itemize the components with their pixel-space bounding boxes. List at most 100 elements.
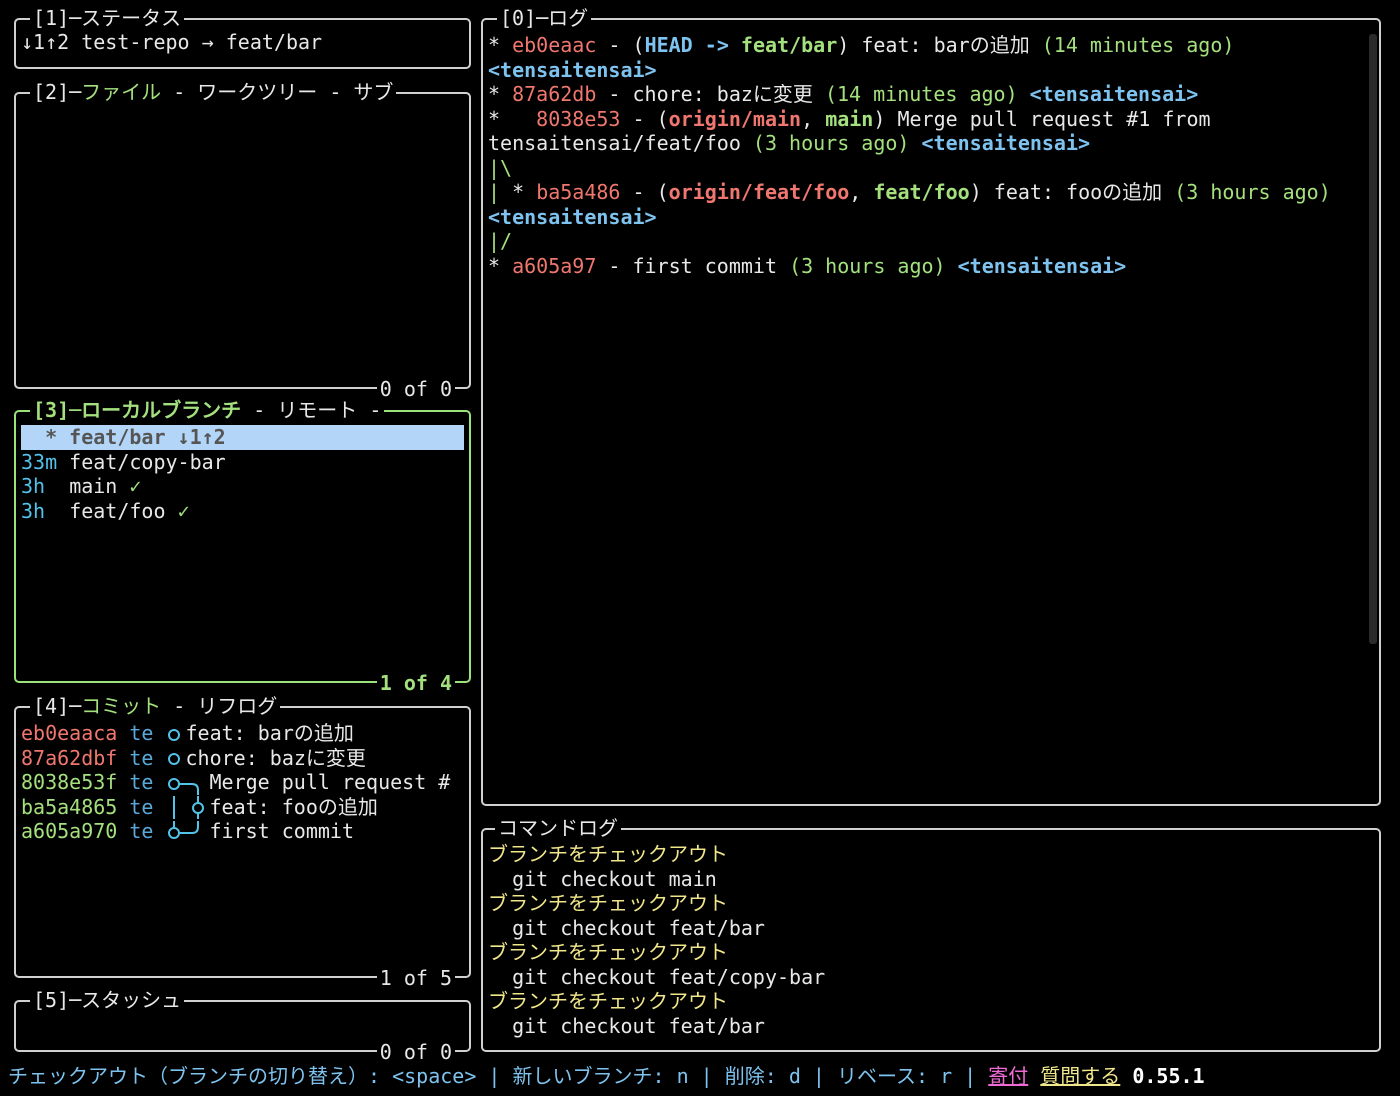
log-hash: a605a97 bbox=[512, 253, 597, 278]
log-time: (3 hours ago) bbox=[789, 253, 958, 278]
log-paren: ) bbox=[969, 180, 994, 204]
log-branch-ref: feat/foo bbox=[873, 180, 970, 204]
log-panel[interactable]: [0]─ログ * eb0eaac - (HEAD -> feat/bar) fe… bbox=[481, 6, 1381, 806]
commit-message: feat: barの追加 bbox=[185, 721, 354, 745]
commit-author: te bbox=[129, 770, 154, 794]
commit-author: te bbox=[129, 721, 154, 745]
branch-item[interactable]: 33m feat/copy-bar bbox=[21, 450, 464, 475]
branches-panel-title: [3]─ローカルブランチ - リモート - bbox=[30, 398, 385, 422]
log-message: tensaitensai/feat/foo bbox=[488, 131, 753, 155]
command-log-command: git checkout feat/bar bbox=[488, 1013, 765, 1038]
log-line: <tensaitensai> bbox=[488, 58, 1367, 83]
check-icon: ✓ bbox=[177, 498, 190, 523]
command-log-label: ブランチをチェックアウト bbox=[488, 842, 728, 866]
ask-question-link[interactable]: 質問する bbox=[1040, 1064, 1120, 1088]
files-panel-title: [2]─ファイル - ワークツリー - サブ bbox=[30, 80, 397, 104]
hint-separator: | bbox=[952, 1064, 989, 1088]
files-panel-number[interactable]: [2]─ bbox=[33, 80, 81, 104]
commit-row[interactable]: a605a970 te first commit bbox=[21, 819, 464, 844]
tab-files[interactable]: ファイル bbox=[81, 80, 161, 104]
commit-author: te bbox=[129, 819, 154, 843]
log-author: <tensaitensai> bbox=[1029, 82, 1199, 106]
log-author: <tensaitensai> bbox=[957, 253, 1127, 278]
log-time: (3 hours ago) bbox=[1174, 180, 1331, 204]
commit-row[interactable]: eb0eaaca te feat: barの追加 bbox=[21, 721, 464, 746]
command-log-command: git checkout main bbox=[488, 866, 717, 891]
tab-remotes[interactable]: - リモート - bbox=[241, 398, 381, 422]
log-paren: ) bbox=[837, 33, 862, 57]
commit-graph-merge-icon bbox=[167, 777, 199, 795]
log-message: chore: bazに変更 bbox=[632, 82, 825, 106]
branch-age: 3h bbox=[21, 498, 46, 523]
commit-graph-node-icon bbox=[167, 753, 180, 765]
arrow-icon: → bbox=[201, 30, 214, 54]
ahead-behind-indicator: ↓1↑2 bbox=[177, 425, 226, 449]
stash-panel[interactable]: [5]─スタッシュ 0 of 0 bbox=[14, 988, 471, 1064]
hint-delete: 削除: d bbox=[724, 1064, 801, 1088]
log-comma: , bbox=[801, 106, 826, 131]
stash-panel-footer: 0 of 0 bbox=[376, 1040, 455, 1064]
log-hash: eb0eaac bbox=[512, 33, 597, 57]
log-line: * 8038e53 - (origin/main, main) Merge pu… bbox=[488, 107, 1367, 132]
branch-item[interactable]: 3h feat/foo ✓ bbox=[21, 499, 464, 524]
commit-row[interactable]: 87a62dbf te chore: bazに変更 bbox=[21, 746, 464, 771]
command-log-command: git checkout feat/copy-bar bbox=[488, 964, 826, 989]
graph-star: * bbox=[488, 106, 537, 131]
graph-star: * bbox=[512, 180, 537, 204]
log-separator: - ( bbox=[596, 33, 645, 57]
tab-worktree-submodule[interactable]: - ワークツリー - サブ bbox=[161, 80, 393, 104]
log-panel-title: [0]─ログ bbox=[497, 6, 592, 30]
commits-panel[interactable]: [4]─コミット - リフログ eb0eaaca te feat: barの追加… bbox=[14, 694, 471, 990]
branch-name: feat/copy-bar bbox=[69, 449, 226, 474]
tab-reflog[interactable]: - リフログ bbox=[161, 694, 277, 718]
log-paren: ) bbox=[873, 106, 898, 131]
log-scrollbar[interactable] bbox=[1369, 34, 1377, 644]
status-line[interactable]: ↓1↑2 test-repo → feat/bar bbox=[21, 30, 464, 55]
hint-separator: | bbox=[476, 1064, 513, 1088]
files-panel[interactable]: [2]─ファイル - ワークツリー - サブ 0 of 0 bbox=[14, 80, 471, 401]
commits-panel-number[interactable]: [4]─ bbox=[33, 694, 81, 718]
files-panel-footer: 0 of 0 bbox=[376, 377, 455, 401]
command-log-panel[interactable]: コマンドログ ブランチをチェックアウト git checkout main ブラ… bbox=[481, 816, 1381, 1052]
tab-local-branches[interactable]: [3]─ローカルブランチ bbox=[33, 398, 241, 422]
log-line: tensaitensai/feat/foo (3 hours ago) <ten… bbox=[488, 131, 1367, 156]
branch-item[interactable]: 3h main ✓ bbox=[21, 474, 464, 499]
branches-panel-footer: 1 of 4 bbox=[376, 671, 455, 695]
commit-message: feat: fooの追加 bbox=[209, 794, 378, 819]
repo-name: test-repo bbox=[81, 30, 190, 54]
tab-commits[interactable]: コミット bbox=[81, 694, 161, 718]
log-line: | * ba5a486 - (origin/feat/foo, feat/foo… bbox=[488, 180, 1367, 205]
log-time: (14 minutes ago) bbox=[1041, 33, 1235, 57]
hint-separator: | bbox=[688, 1064, 725, 1088]
log-ref-arrow: -> bbox=[692, 33, 741, 57]
current-branch: feat/bar bbox=[225, 30, 323, 54]
status-panel[interactable]: [1]─ステータス ↓1↑2 test-repo → feat/bar bbox=[14, 6, 471, 69]
command-log-label: ブランチをチェックアウト bbox=[488, 940, 728, 964]
log-remote-ref: origin/feat/foo bbox=[668, 180, 850, 204]
log-separator: - ( bbox=[620, 180, 669, 204]
keybinding-status-bar: チェックアウト（ブランチの切り替え）: <space> | 新しいブランチ: n… bbox=[8, 1062, 1205, 1090]
log-line: * eb0eaac - (HEAD -> feat/bar) feat: bar… bbox=[488, 33, 1367, 58]
branches-panel[interactable]: [3]─ローカルブランチ - リモート - * feat/bar ↓1↑2 33… bbox=[14, 398, 471, 695]
stash-panel-title: [5]─スタッシュ bbox=[30, 988, 185, 1012]
log-author: <tensaitensai> bbox=[488, 204, 657, 229]
commit-row[interactable]: 8038e53f te Merge pull request # bbox=[21, 770, 464, 795]
graph-star: * bbox=[488, 82, 513, 106]
log-hash: ba5a486 bbox=[536, 180, 621, 204]
commit-message: first commit bbox=[209, 819, 355, 843]
log-line: <tensaitensai> bbox=[488, 205, 1367, 230]
log-message: first commit bbox=[632, 253, 790, 278]
donate-link[interactable]: 寄付 bbox=[988, 1064, 1028, 1088]
commit-graph-root-icon bbox=[167, 820, 199, 839]
branch-age: 3h bbox=[21, 474, 46, 498]
command-log-title: コマンドログ bbox=[495, 816, 621, 840]
commit-hash: eb0eaaca bbox=[21, 721, 118, 745]
version-label: 0.55.1 bbox=[1132, 1064, 1205, 1088]
branch-item-selected[interactable]: * feat/bar ↓1↑2 bbox=[21, 425, 464, 450]
command-log-label: ブランチをチェックアウト bbox=[488, 989, 728, 1013]
log-remote-ref: origin/main bbox=[668, 106, 802, 131]
log-separator: - bbox=[596, 253, 633, 278]
log-head-ref: HEAD bbox=[644, 33, 693, 57]
commit-row[interactable]: ba5a4865 te feat: fooの追加 bbox=[21, 794, 464, 819]
log-message: feat: barの追加 bbox=[861, 33, 1042, 57]
